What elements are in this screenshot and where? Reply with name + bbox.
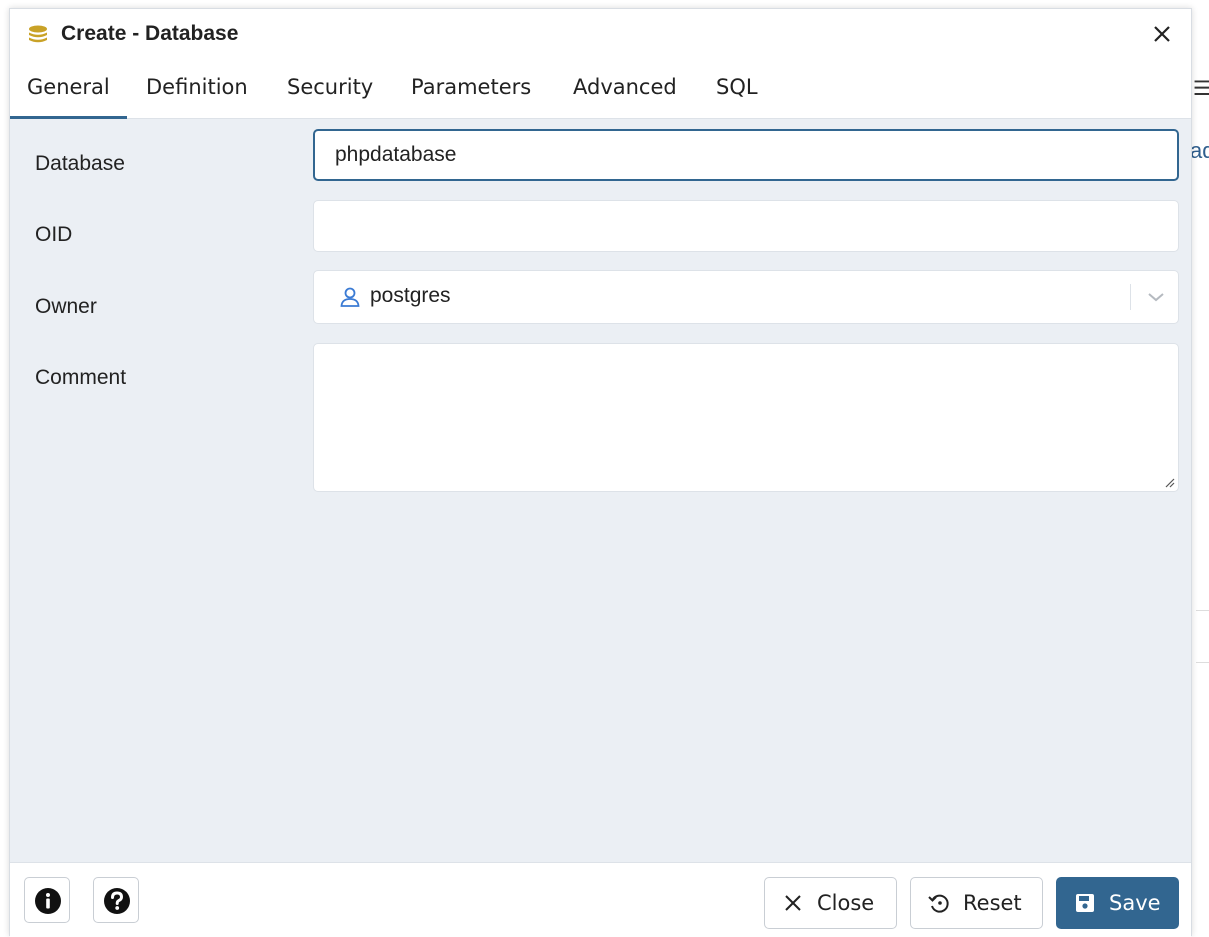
database-input[interactable]: phpdatabase xyxy=(313,129,1179,181)
chevron-down-icon[interactable] xyxy=(1144,285,1168,309)
dialog-titlebar: Create - Database xyxy=(10,9,1191,61)
comment-label: Comment xyxy=(35,366,127,389)
dialog-footer: Close Reset Save xyxy=(10,862,1191,937)
oid-label: OID xyxy=(35,223,73,246)
tab-sql[interactable]: SQL xyxy=(716,69,758,119)
save-button[interactable]: Save xyxy=(1056,877,1179,929)
background-divider xyxy=(1196,610,1209,611)
background-text: ad xyxy=(1190,138,1209,163)
reset-button[interactable]: Reset xyxy=(910,877,1043,929)
info-button[interactable] xyxy=(24,877,70,923)
create-database-dialog: Create - Database General Definition Sec… xyxy=(9,8,1192,937)
tab-security[interactable]: Security xyxy=(287,69,373,119)
close-icon xyxy=(785,895,801,911)
database-label: Database xyxy=(35,152,125,175)
close-button-label: Close xyxy=(817,891,875,915)
owner-select-value: postgres xyxy=(370,284,451,307)
info-icon xyxy=(35,888,61,914)
tab-parameters[interactable]: Parameters xyxy=(411,69,531,119)
reset-icon xyxy=(928,894,949,913)
reset-button-label: Reset xyxy=(963,891,1022,915)
comment-textarea[interactable] xyxy=(313,343,1179,492)
background-divider xyxy=(1196,662,1209,663)
save-icon xyxy=(1076,894,1094,912)
form-body: Database phpdatabase OID Owner postgres … xyxy=(10,119,1191,862)
close-icon[interactable] xyxy=(1149,21,1175,47)
owner-label: Owner xyxy=(35,295,97,318)
tab-advanced[interactable]: Advanced xyxy=(573,69,677,119)
select-separator xyxy=(1130,284,1131,310)
dialog-title: Create - Database xyxy=(61,22,239,45)
resize-grip-icon[interactable] xyxy=(1163,476,1175,488)
save-button-label: Save xyxy=(1109,891,1161,915)
close-button[interactable]: Close xyxy=(764,877,897,929)
tab-definition[interactable]: Definition xyxy=(146,69,248,119)
user-icon xyxy=(340,287,360,307)
tab-bar: General Definition Security Parameters A… xyxy=(10,69,1191,119)
list-icon: ☰ xyxy=(1193,78,1209,100)
help-icon xyxy=(104,888,130,914)
owner-select[interactable]: postgres xyxy=(313,270,1179,324)
help-button[interactable] xyxy=(93,877,139,923)
database-input-value: phpdatabase xyxy=(335,143,457,166)
database-icon xyxy=(29,25,47,43)
tab-general[interactable]: General xyxy=(10,69,127,119)
oid-input[interactable] xyxy=(313,200,1179,252)
